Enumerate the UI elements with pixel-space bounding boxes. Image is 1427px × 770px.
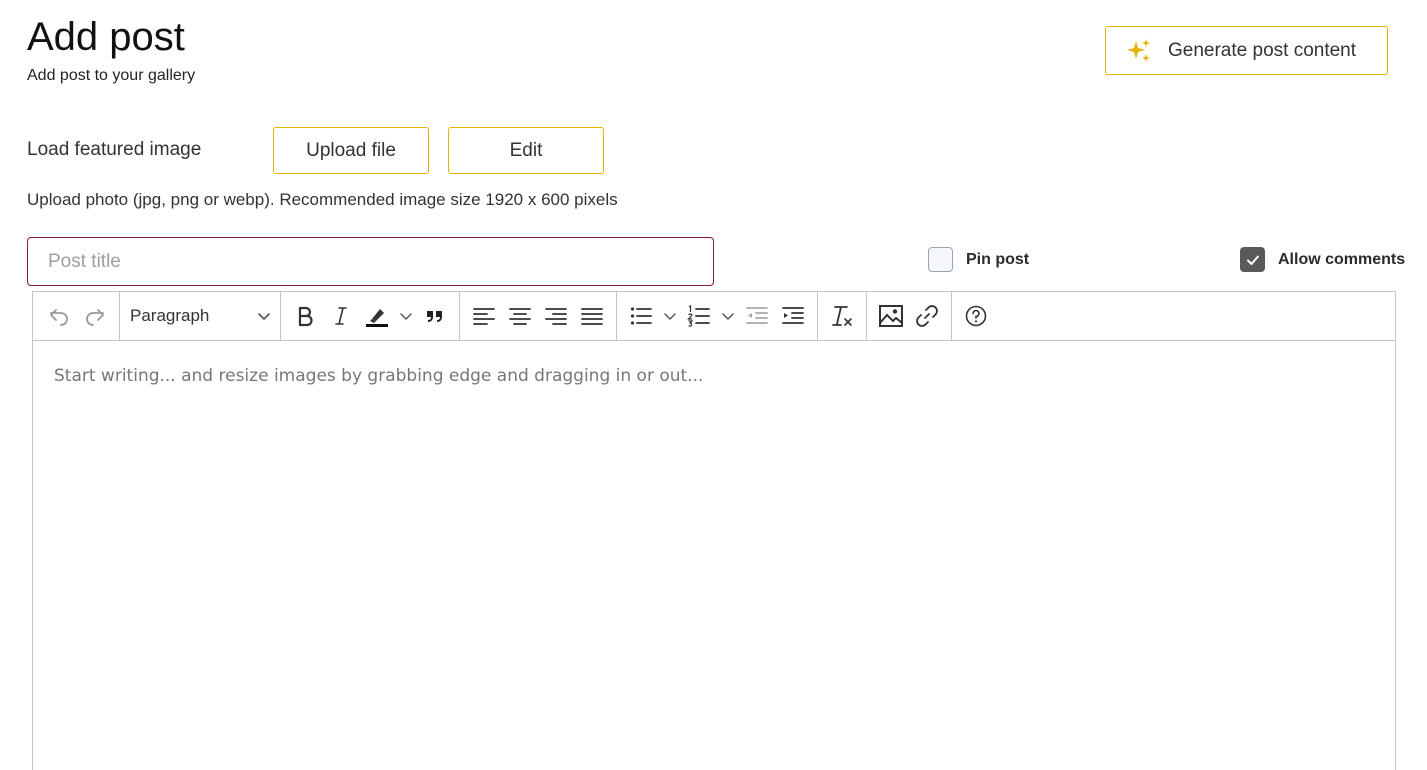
rich-text-editor: Paragraph Start writing... and resize im… <box>32 291 1396 770</box>
checkmark-icon <box>1246 255 1259 265</box>
redo-icon <box>86 309 104 326</box>
allow-comments-checkbox[interactable]: Allow comments <box>1240 247 1405 272</box>
chevron-down-icon <box>664 313 676 321</box>
remove-format-icon <box>832 306 852 326</box>
editor-placeholder: Start writing... and resize images by gr… <box>54 366 704 386</box>
numbered-list-button[interactable] <box>681 298 717 334</box>
sparkles-icon <box>1127 38 1150 62</box>
insert-image-button[interactable] <box>873 298 909 334</box>
help-group <box>952 292 1000 340</box>
editor-content-area[interactable]: Start writing... and resize images by gr… <box>33 341 1395 411</box>
undo-icon <box>50 309 68 326</box>
italic-icon <box>335 307 347 325</box>
align-left-button[interactable] <box>466 298 502 334</box>
allow-comments-box[interactable] <box>1240 247 1265 272</box>
image-icon <box>879 305 903 327</box>
alignment-group <box>460 292 617 340</box>
upload-file-button[interactable]: Upload file <box>273 127 429 174</box>
editor-toolbar: Paragraph <box>33 292 1395 341</box>
align-center-button[interactable] <box>502 298 538 334</box>
format-group <box>818 292 867 340</box>
numbered-list-icon <box>687 305 710 327</box>
redo-button[interactable] <box>77 298 113 334</box>
chevron-down-icon <box>722 313 734 321</box>
italic-button[interactable] <box>323 298 359 334</box>
align-justify-button[interactable] <box>574 298 610 334</box>
highlight-dropdown[interactable] <box>395 298 417 334</box>
page-title: Add post <box>27 15 185 59</box>
bullet-list-button[interactable] <box>623 298 659 334</box>
help-icon <box>965 305 987 327</box>
align-left-icon <box>473 308 495 325</box>
highlight-icon <box>366 309 388 327</box>
help-button[interactable] <box>958 298 994 334</box>
heading-group: Paragraph <box>120 292 281 340</box>
undo-button[interactable] <box>41 298 77 334</box>
generate-post-content-label: Generate post content <box>1168 39 1357 61</box>
chevron-down-icon <box>400 313 412 321</box>
outdent-icon <box>746 307 768 324</box>
blockquote-button[interactable] <box>417 298 453 334</box>
bold-icon <box>298 306 313 327</box>
chevron-down-icon <box>258 313 270 320</box>
numbered-list-dropdown[interactable] <box>717 298 739 334</box>
pin-post-label: Pin post <box>966 250 1030 268</box>
bold-button[interactable] <box>287 298 323 334</box>
pin-post-box[interactable] <box>928 247 953 272</box>
remove-format-button[interactable] <box>824 298 860 334</box>
insert-group <box>867 292 952 340</box>
edit-image-button[interactable]: Edit <box>448 127 604 174</box>
bullet-list-dropdown[interactable] <box>659 298 681 334</box>
generate-post-content-button[interactable]: Generate post content <box>1105 26 1388 75</box>
quote-icon <box>427 311 442 322</box>
paragraph-dropdown-label: Paragraph <box>130 306 210 325</box>
indent-button[interactable] <box>775 298 811 334</box>
align-center-icon <box>509 308 531 325</box>
list-group <box>617 292 818 340</box>
align-justify-icon <box>581 308 603 325</box>
featured-image-label: Load featured image <box>27 139 202 160</box>
bullet-list-icon <box>630 307 652 325</box>
add-post-page: Add post Add post to your gallery Genera… <box>0 0 1427 770</box>
align-right-icon <box>545 308 567 325</box>
upload-hint: Upload photo (jpg, png or webp). Recomme… <box>27 190 618 209</box>
text-style-group <box>281 292 460 340</box>
pin-post-checkbox[interactable]: Pin post <box>928 247 1029 272</box>
allow-comments-label: Allow comments <box>1278 250 1406 268</box>
history-group <box>33 292 120 340</box>
align-right-button[interactable] <box>538 298 574 334</box>
highlight-button[interactable] <box>359 298 395 334</box>
post-title-input[interactable] <box>27 237 714 286</box>
page-subtitle: Add post to your gallery <box>27 67 196 84</box>
outdent-button[interactable] <box>739 298 775 334</box>
insert-link-button[interactable] <box>909 298 945 334</box>
link-icon <box>916 305 938 327</box>
indent-icon <box>782 307 804 324</box>
paragraph-dropdown[interactable]: Paragraph <box>120 298 280 334</box>
